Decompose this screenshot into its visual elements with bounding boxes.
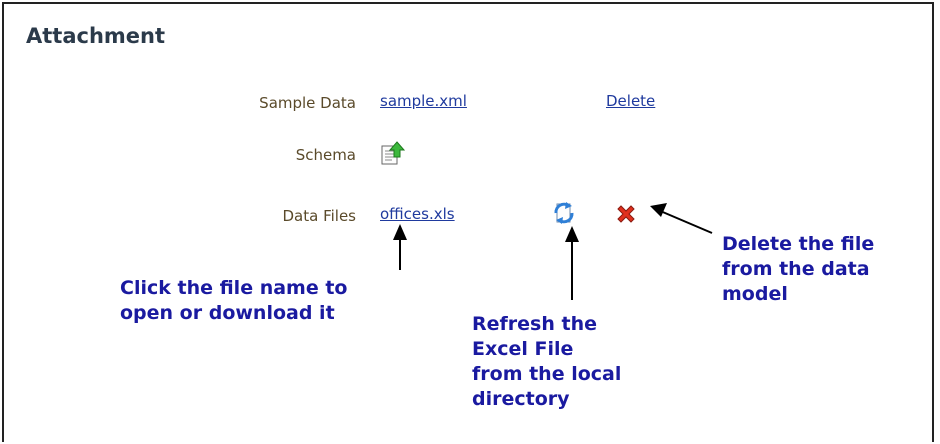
annotation-arrows [393,203,713,300]
arrow-delete-head [650,203,667,217]
arrow-refresh-head [565,226,579,242]
arrow-file-name-head [393,224,407,240]
arrow-delete [657,209,713,234]
